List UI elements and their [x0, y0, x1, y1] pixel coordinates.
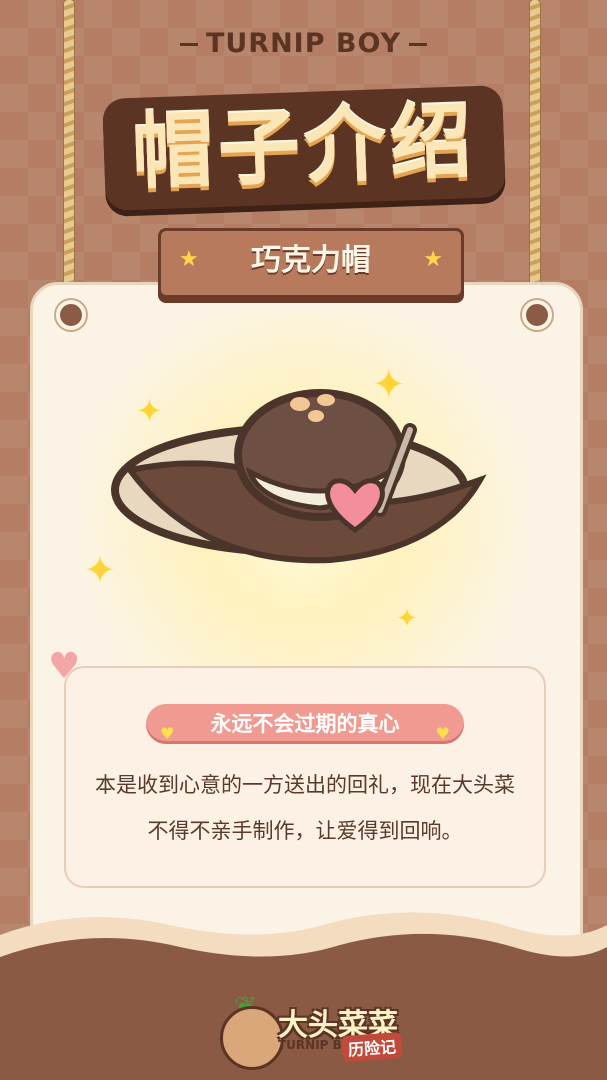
logo-subtitle: 历险记 — [341, 1031, 403, 1063]
turnip-icon — [220, 1006, 284, 1070]
heart-icon: ♥ — [435, 724, 450, 743]
hat-description: 本是收到心意的一方送出的回礼，现在大头菜不得不亲手制作，让爱得到回响。 — [95, 773, 515, 843]
brand-heading: TURNIP BOY — [0, 28, 607, 59]
tagline-badge: ♥ 永远不会过期的真心 ♥ — [146, 704, 464, 744]
hat-name: 巧克力帽 — [251, 243, 371, 278]
game-logo: ❦ 大头菜菜 TURNIP BOY 历险记 — [204, 990, 404, 1070]
star-icon: ★ — [423, 247, 443, 272]
hat-name-ribbon: ★ 巧克力帽 ★ — [158, 228, 464, 298]
dash-right — [409, 43, 428, 46]
page-title: 帽子介绍 — [130, 94, 478, 201]
tagline-text: 永远不会过期的真心 — [210, 712, 400, 736]
sparkle-icon: ✦ — [396, 604, 418, 634]
dash-left — [179, 43, 198, 46]
title-plate: 帽子介绍 — [102, 85, 506, 211]
chocolate-hat-illustration — [111, 389, 487, 564]
heart-icon: ♥ — [160, 724, 175, 743]
brand-label: TURNIP BOY — [205, 28, 402, 59]
info-box: ♥ 永远不会过期的真心 ♥ 本是收到心意的一方送出的回礼，现在大头菜不得不亲手制… — [64, 666, 546, 888]
